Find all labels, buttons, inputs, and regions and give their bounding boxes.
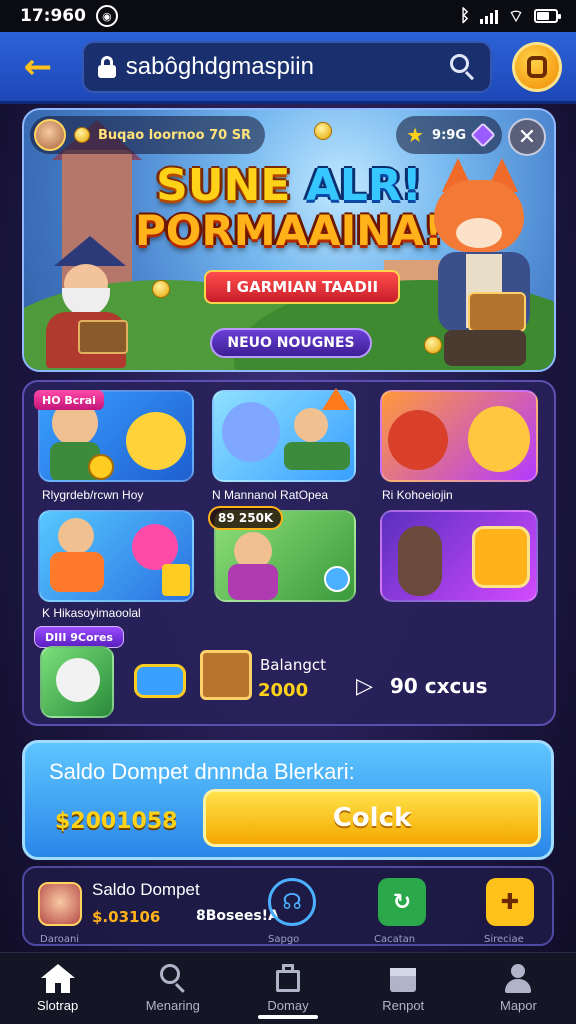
character-body [50, 552, 104, 592]
bluetooth-icon: ᛒ [459, 6, 471, 26]
coin-icon [88, 454, 114, 480]
notification-icon: ◉ [95, 5, 118, 27]
game-tile-label: Ri Kohoeiojin [382, 488, 453, 502]
search-icon [156, 964, 190, 994]
home-indicator [258, 1015, 318, 1019]
claim-button[interactable]: Colck [203, 789, 541, 847]
nav-label: Mapor [499, 998, 537, 1013]
gift-icon[interactable]: ✚ [486, 878, 534, 926]
quick-panel-sub: 8Bosees!A [196, 908, 279, 924]
game-tile-label: Rlygrdeb/rcwn Hoy [42, 488, 144, 502]
hero-ribbon: I GARMIAN TAADII [204, 270, 400, 304]
wifi-icon: ⌔ [508, 6, 524, 27]
hero-title-line1-a: SUNE [156, 160, 306, 211]
search-icon[interactable] [450, 53, 476, 80]
quick-panel-title: Saldo Dompet [92, 880, 200, 899]
stats-text: 9:9G [432, 127, 466, 143]
url-text: sabôghdgmaspiin [125, 52, 314, 80]
wallet-icon [527, 55, 548, 78]
coin-icon [74, 127, 90, 143]
character-body [284, 442, 350, 470]
user-icon [501, 964, 535, 994]
nav-label: Renpot [382, 998, 425, 1013]
coin-icon [324, 566, 350, 592]
nav-label: Domay [267, 998, 309, 1013]
row3-badge: DIII 9Cores [34, 626, 124, 648]
fox-character [420, 158, 546, 368]
nav-item-profile[interactable]: Mapor [461, 953, 576, 1024]
url-bar[interactable]: sabôghdgmaspiin [81, 40, 493, 93]
nav-item-search[interactable]: Menaring [115, 953, 230, 1024]
promo-tag: 89 250K [208, 506, 284, 530]
character-body [398, 526, 442, 596]
reward-icon[interactable] [134, 664, 186, 698]
balance-label: Balangct [260, 656, 326, 674]
wallet-amount: $2001058 [55, 809, 178, 834]
quick-panel-amount: $.03106 [92, 908, 161, 926]
hot-flag-icon [322, 388, 350, 410]
quick-caption: Sireciae [484, 934, 524, 945]
close-icon[interactable]: ✕ [508, 118, 546, 156]
menu-orb-button[interactable] [512, 41, 562, 92]
balance-value: 2000 [258, 680, 309, 701]
nav-label: Slotrap [37, 998, 79, 1013]
signal-icon [480, 8, 499, 24]
character-face [126, 412, 186, 470]
character-body [228, 564, 278, 600]
wallet-card: Saldo Dompet dnnnda Blerkari: $2001058 C… [22, 740, 554, 860]
chest-icon [162, 564, 190, 596]
bottom-nav: Slotrap Menaring Domay Renpot Mapor [0, 952, 576, 1024]
support-icon[interactable]: ☊ [268, 878, 316, 926]
avatar [34, 119, 66, 151]
player-info-text: Buqao loornoo 70 SR [98, 127, 252, 143]
lock-icon [97, 55, 116, 78]
character-face [388, 410, 448, 470]
stats-chip[interactable]: ★ 9:9G [396, 116, 502, 154]
nav-label: Menaring [145, 998, 200, 1013]
nav-item-box[interactable]: Renpot [346, 953, 461, 1024]
hero-title-line1-b: ALR! [305, 160, 422, 211]
battery-icon [534, 9, 561, 23]
game-tile-label: N Mannanol RatOpea [212, 488, 329, 502]
coin-icon [314, 122, 332, 140]
count-text: 90 cxcus [390, 674, 488, 698]
game-tile[interactable] [380, 510, 538, 602]
hero-banner[interactable]: Buqao loornoo 70 SR ★ 9:9G ✕ SUNE ALR! P… [22, 108, 556, 372]
quick-caption: Cacatan [374, 934, 416, 945]
wallet-title: Saldo Dompet dnnnda Blerkari: [49, 759, 355, 784]
home-icon [40, 964, 75, 994]
top-bar: ← sabôghdgmaspiin [0, 32, 576, 104]
status-time: 17:960 [20, 6, 86, 26]
wizard-character [38, 236, 130, 368]
game-tile[interactable] [40, 646, 114, 718]
gem-icon [470, 122, 496, 148]
quick-panel: Saldo Dompet $.03106 8Bosees!A ☊ ↻ ✚ Dar… [22, 866, 554, 946]
character-face [294, 408, 328, 442]
character-face [58, 518, 94, 554]
character-face [222, 402, 280, 462]
nav-item-home[interactable]: Slotrap [0, 953, 115, 1024]
shopping-bag-icon [271, 964, 305, 994]
game-tile[interactable] [38, 510, 194, 602]
back-arrow-icon[interactable]: ← [14, 43, 62, 91]
hero-cta-button[interactable]: NEUO NOUGNES [210, 328, 372, 358]
game-tile-label: K Hikasoyimaoolal [42, 606, 141, 620]
treasure-chest-icon[interactable] [200, 650, 252, 700]
nav-item-shop[interactable]: Domay [230, 953, 345, 1024]
status-bar: 17:960 ◉ ᛒ ⌔ [0, 0, 576, 32]
avatar[interactable] [38, 882, 82, 926]
character-face [56, 658, 100, 702]
player-info-chip[interactable]: Buqao loornoo 70 SR [30, 116, 266, 154]
play-icon[interactable]: ▷ [356, 674, 373, 699]
quick-caption: Sapgo [268, 934, 300, 945]
character-face [468, 406, 530, 472]
refresh-icon[interactable]: ↻ [378, 878, 426, 926]
game-badge: HO Bcrai [34, 390, 104, 410]
game-tile[interactable] [380, 390, 538, 482]
quick-caption: Daroani [40, 934, 80, 945]
box-icon [386, 964, 420, 994]
gem-chest-icon [472, 526, 530, 588]
coin-icon [152, 280, 170, 298]
star-icon: ★ [406, 123, 425, 147]
